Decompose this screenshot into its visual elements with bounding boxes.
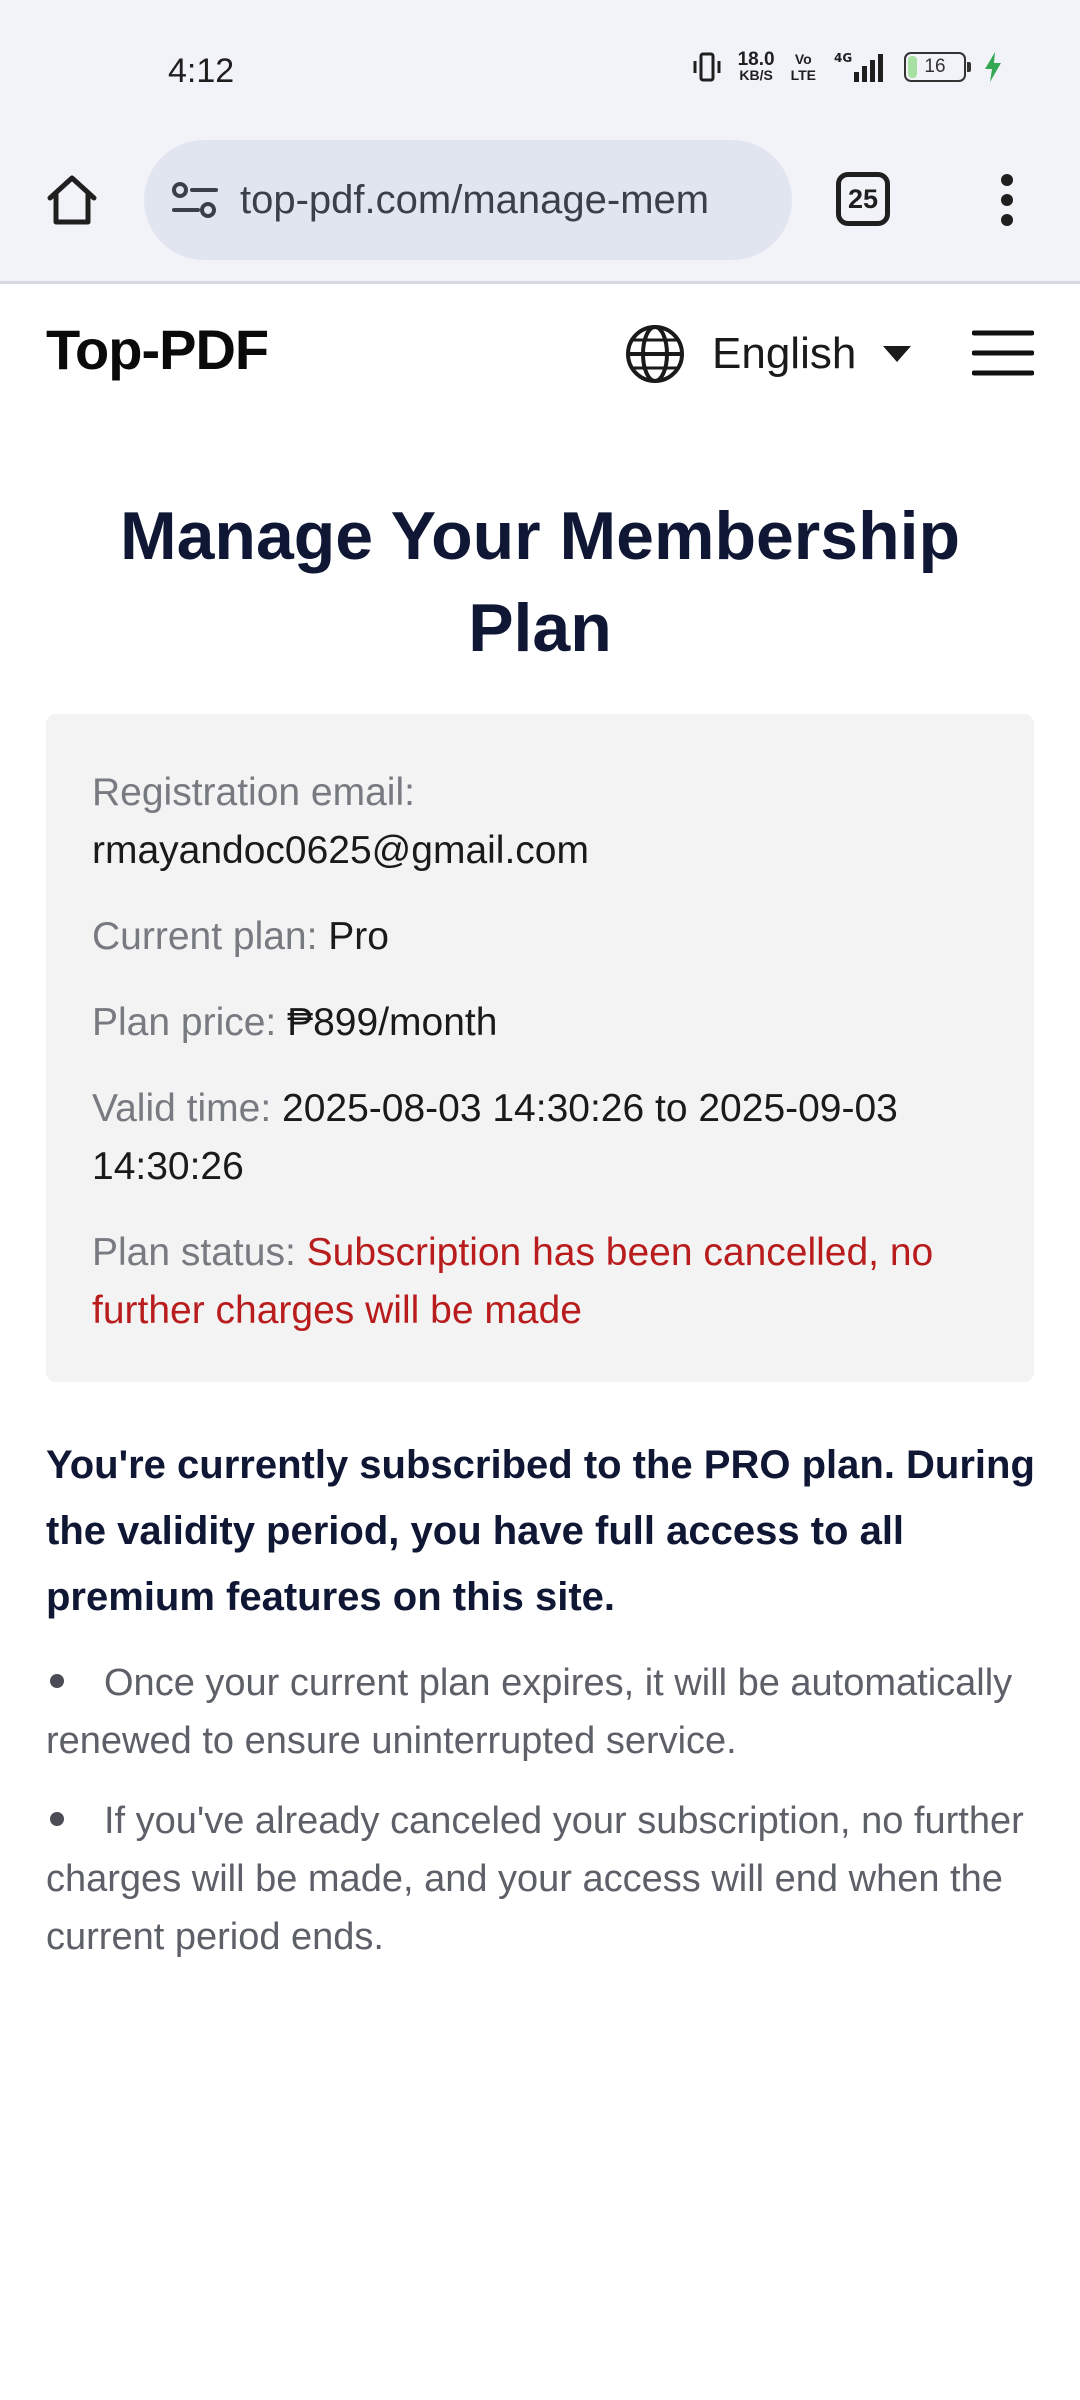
more-vert-icon xyxy=(1001,174,1013,226)
bullet-icon xyxy=(50,1673,64,1688)
email-value: rmayandoc0625@gmail.com xyxy=(92,829,589,872)
signal-icon: 4G xyxy=(834,51,883,82)
hamburger-menu-icon[interactable] xyxy=(972,327,1034,379)
tab-switcher-button[interactable]: 25 xyxy=(836,172,890,226)
price-label: Plan price: xyxy=(92,1001,277,1044)
valid-time-row: Valid time: 2025-08-03 14:30:26 to 2025-… xyxy=(92,1080,988,1196)
plan-row: Current plan: Pro xyxy=(92,908,988,966)
browser-toolbar: top-pdf.com/manage-mem 25 xyxy=(0,130,1080,284)
plan-label: Current plan: xyxy=(92,915,318,958)
status-label: Plan status: xyxy=(92,1231,296,1274)
price-value: ₱899/month xyxy=(287,1001,498,1044)
email-label: Registration email: xyxy=(92,771,415,814)
tab-count: 25 xyxy=(847,183,879,214)
home-icon xyxy=(47,175,97,225)
bullet-icon xyxy=(50,1811,64,1826)
address-bar[interactable]: top-pdf.com/manage-mem xyxy=(144,140,792,260)
bullet-text: If you've already canceled your subscrip… xyxy=(46,1800,1024,1958)
home-button[interactable] xyxy=(40,168,104,232)
status-row: Plan status: Subscription has been cance… xyxy=(92,1224,988,1340)
list-item: If you've already canceled your subscrip… xyxy=(46,1792,1036,1966)
price-row: Plan price: ₱899/month xyxy=(92,994,988,1052)
info-bullet-list: Once your current plan expires, it will … xyxy=(46,1654,1036,1988)
network-speed-unit: KB/S xyxy=(739,67,773,83)
status-icons: 18.0 KB/S Vo LTE 4G 16 xyxy=(692,50,1004,84)
vibrate-icon xyxy=(693,52,721,82)
language-label: English xyxy=(712,329,857,378)
volte-bottom: LTE xyxy=(790,67,816,83)
volte-indicator: Vo LTE xyxy=(791,51,816,83)
plan-value: Pro xyxy=(328,915,389,958)
battery-icon: 16 xyxy=(904,52,971,82)
language-selector[interactable]: English xyxy=(624,323,912,385)
subscription-note: You're currently subscribed to the PRO p… xyxy=(46,1443,1035,1619)
site-logo[interactable]: Top-PDF xyxy=(46,317,269,382)
svg-text:4G: 4G xyxy=(834,51,852,65)
url-text[interactable]: top-pdf.com/manage-mem xyxy=(240,178,709,223)
valid-time-label: Valid time: xyxy=(92,1087,272,1130)
network-speed-value: 18.0 xyxy=(737,49,775,70)
caret-down-icon xyxy=(883,346,912,362)
globe-icon xyxy=(626,325,684,383)
network-speed: 18.0 KB/S xyxy=(737,49,775,83)
site-settings-icon[interactable] xyxy=(170,180,220,220)
email-row: Registration email: rmayandoc0625@gmail.… xyxy=(92,764,988,880)
charging-icon xyxy=(985,52,1001,82)
page-title: Manage Your Membership Plan xyxy=(119,498,961,666)
status-time: 4:12 xyxy=(168,52,235,90)
battery-level: 16 xyxy=(924,56,946,77)
membership-info-card: Registration email: rmayandoc0625@gmail.… xyxy=(46,714,1034,1382)
status-bar: 4:12 18.0 KB/S Vo LTE 4G 16 xyxy=(0,0,1080,130)
list-item: Once your current plan expires, it will … xyxy=(46,1654,1036,1770)
more-options-button[interactable] xyxy=(982,170,1032,230)
bullet-text: Once your current plan expires, it will … xyxy=(46,1662,1013,1762)
volte-top: Vo xyxy=(794,51,812,67)
site-header: Top-PDF English xyxy=(0,287,1080,417)
battery-fill xyxy=(908,56,918,78)
